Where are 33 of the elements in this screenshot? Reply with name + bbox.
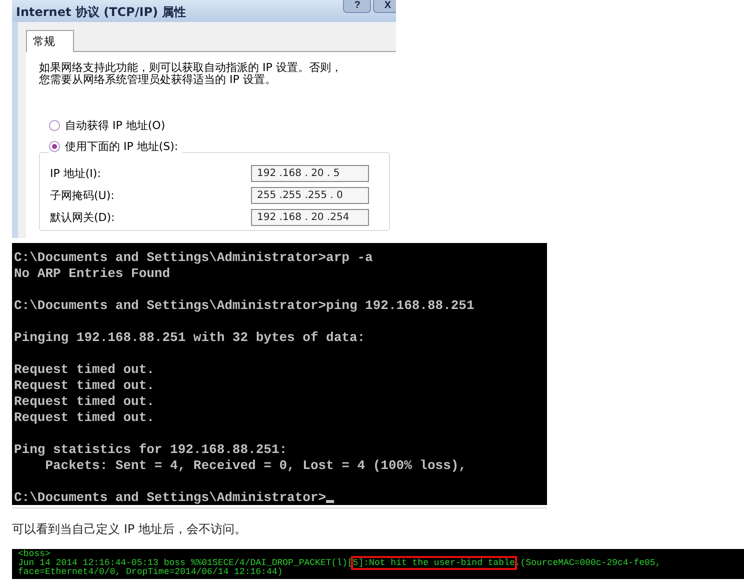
window-title: Internet 协议 (TCP/IP) 属性	[15, 4, 186, 21]
console-line: No ARP Entries Found	[14, 266, 170, 281]
highlighted-text: 5]:Not hit the user-bind table	[352, 558, 515, 568]
caption-text: 可以看到当自己定义 IP 地址后，会不访问。	[12, 521, 248, 538]
console-line: Ping statistics for 192.168.88.251:	[14, 442, 288, 457]
console-line: Pinging 192.168.88.251 with 32 bytes of data:	[14, 330, 366, 345]
log-text: .(SourceMAC=000c-29c4-fe05,	[514, 558, 661, 568]
description-text: 如果网络支持此功能，则可以获取自动指派的 IP 设置。否则，	[39, 62, 342, 74]
radio-button[interactable]	[49, 141, 60, 152]
console-line: Request timed out.	[14, 410, 154, 425]
field-label: IP 地址(I):	[50, 166, 101, 181]
radio-label: 使用下面的 IP 地址(S):	[65, 139, 178, 154]
log-text: <boss>	[18, 549, 50, 559]
console-line: C:\Documents and Settings\Administrator>	[14, 490, 326, 505]
log-text: face=Ethernet4/0/0, DropTime=2014/06/14 12:16:44)	[18, 567, 283, 577]
ip-address-field[interactable]: 255 .255 .255 . 0	[251, 187, 369, 204]
ip-address-field[interactable]: 192 .168 . 20 .254	[251, 209, 369, 226]
console-line: Request timed out.	[14, 394, 154, 409]
console-line: C:\Documents and Settings\Administrator>ping 192.168.88.251	[14, 298, 474, 313]
tab[interactable]: 常规	[26, 30, 74, 52]
console-line: Request timed out.	[14, 362, 154, 377]
description-text: 您需要从网络系统管理员处获得适当的 IP 设置。	[39, 74, 276, 86]
close-button[interactable]: X	[373, 0, 396, 13]
radio-button[interactable]	[49, 120, 60, 131]
log-text: Jun 14 2014 12:16:44-05:13 boss %%01SECE/4/DAI_DROP_PACKET(l)[	[18, 558, 353, 568]
console-line: Packets: Sent = 4, Received = 0, Lost = 4 (100% loss),	[44, 458, 466, 473]
help-button[interactable]: ?	[343, 0, 372, 13]
field-label: 子网掩码(U):	[50, 188, 114, 203]
radio-label: 自动获得 IP 地址(O)	[65, 118, 166, 133]
field-label: 默认网关(D):	[50, 210, 115, 225]
ip-address-field[interactable]: 192 .168 . 20 . 5	[251, 165, 369, 182]
console-line: Request timed out.	[14, 378, 154, 393]
console-line: C:\Documents and Settings\Administrator>arp -a	[14, 250, 373, 265]
